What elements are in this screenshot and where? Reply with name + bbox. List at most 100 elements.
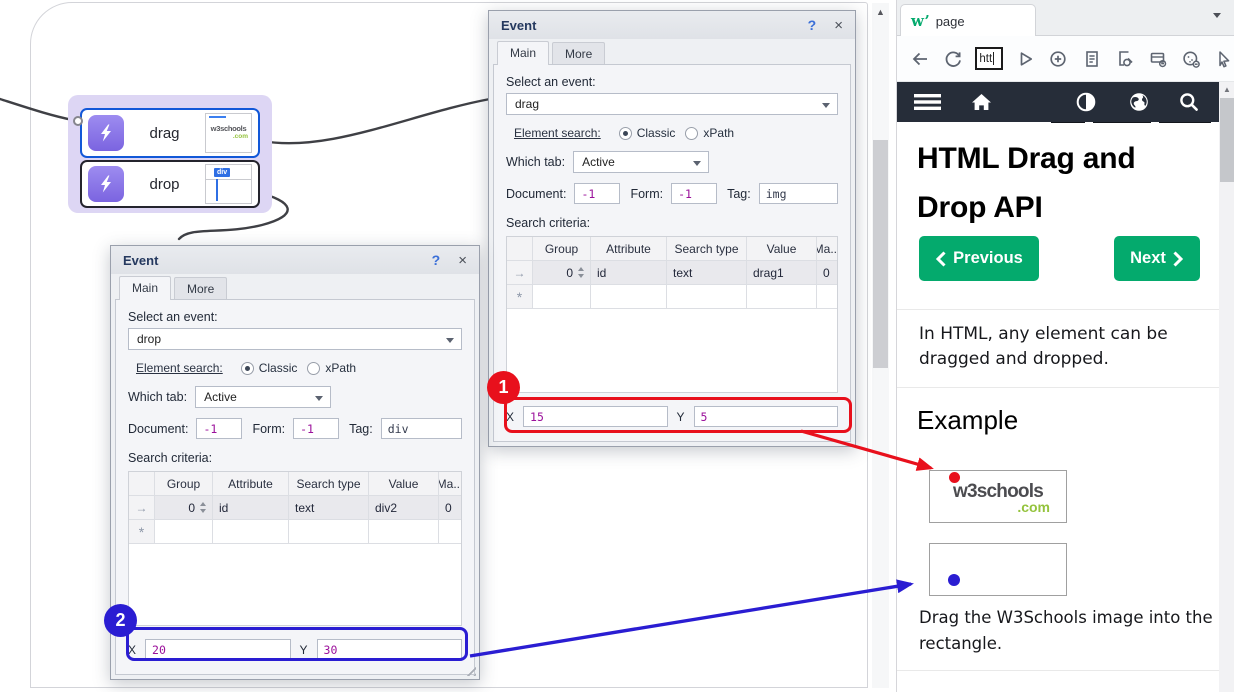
- value-cell[interactable]: div2: [369, 496, 439, 520]
- workflow-step-drop[interactable]: drop div: [80, 160, 260, 208]
- menu-icon[interactable]: [914, 82, 941, 122]
- document-field[interactable]: -1: [574, 183, 620, 204]
- browser-toolbar: htt: [897, 36, 1234, 82]
- divider: [897, 670, 1219, 671]
- table-header-row: Group Attribute Search type Value Ma...: [129, 472, 461, 496]
- close-icon[interactable]: ×: [834, 17, 843, 34]
- element-picker-icon[interactable]: [1214, 48, 1234, 70]
- criteria-table: Group Attribute Search type Value Ma... …: [506, 236, 838, 393]
- document-label: Document:: [128, 422, 188, 436]
- url-input[interactable]: htt: [975, 47, 1002, 70]
- which-tab-dropdown[interactable]: Active: [573, 151, 709, 173]
- scroll-up-icon[interactable]: ▲: [872, 7, 889, 17]
- form-field[interactable]: -1: [671, 183, 717, 204]
- match-cell[interactable]: 0: [817, 261, 837, 285]
- next-label: Next: [1130, 249, 1166, 268]
- table-new-row[interactable]: *: [129, 520, 461, 544]
- x-field[interactable]: 15: [523, 406, 667, 427]
- radio-xpath[interactable]: [685, 127, 698, 140]
- dialog-page: Select an event: drag Element search: Cl…: [493, 64, 851, 442]
- workflow-step-drag[interactable]: drag w3schools .com: [80, 108, 260, 158]
- spinner-icon[interactable]: [578, 267, 584, 278]
- attribute-cell[interactable]: id: [591, 261, 667, 285]
- element-search-link[interactable]: Element search:: [514, 126, 601, 140]
- canvas-scrollbar-thumb[interactable]: [873, 140, 888, 368]
- language-globe-icon[interactable]: [1128, 82, 1150, 122]
- which-tab-label: Which tab:: [128, 390, 187, 404]
- thumb-divider: [206, 179, 251, 180]
- attribute-cell[interactable]: id: [213, 496, 289, 520]
- browser-tab-page[interactable]: w’ page: [900, 4, 1036, 37]
- browser-scrollbar-thumb[interactable]: [1220, 98, 1234, 182]
- dark-mode-icon[interactable]: [1075, 82, 1097, 122]
- tab-main[interactable]: Main: [119, 276, 171, 300]
- document-field[interactable]: -1: [196, 418, 242, 439]
- next-button[interactable]: Next: [1114, 236, 1200, 281]
- drop-target-rectangle[interactable]: [929, 543, 1067, 596]
- chevron-down-icon[interactable]: [1213, 13, 1221, 18]
- help-icon[interactable]: ?: [808, 17, 817, 33]
- y-field[interactable]: 30: [317, 639, 462, 660]
- search-icon[interactable]: [1178, 82, 1200, 122]
- step-label: drop: [124, 176, 205, 193]
- browser-scrollbar[interactable]: ▲: [1219, 82, 1234, 692]
- value-cell[interactable]: drag1: [747, 261, 817, 285]
- zoom-plus-icon[interactable]: [1048, 48, 1069, 70]
- spinner-icon[interactable]: [200, 502, 206, 513]
- table-row[interactable]: → 0 id text drag1 0: [507, 261, 837, 285]
- element-search-link[interactable]: Element search:: [136, 361, 223, 375]
- which-tab-dropdown[interactable]: Active: [195, 386, 331, 408]
- tag-field[interactable]: img: [759, 183, 838, 204]
- current-row-icon: →: [507, 261, 533, 285]
- table-row[interactable]: → 0 id text div2 0: [129, 496, 461, 520]
- blue-marker-dot: [948, 574, 960, 586]
- tab-main[interactable]: Main: [497, 41, 549, 65]
- chevron-down-icon: [822, 103, 830, 108]
- match-cell[interactable]: 0: [439, 496, 461, 520]
- group-cell[interactable]: 0: [155, 496, 213, 520]
- help-icon[interactable]: ?: [432, 252, 441, 268]
- radio-classic[interactable]: [241, 362, 254, 375]
- workflow-node-group[interactable]: drag w3schools .com drop div: [68, 95, 272, 213]
- page-tools-icon[interactable]: [1114, 48, 1135, 70]
- group-cell[interactable]: 0: [533, 261, 591, 285]
- x-label: X: [128, 643, 136, 657]
- scroll-up-icon[interactable]: ▲: [1219, 85, 1234, 94]
- criteria-table: Group Attribute Search type Value Ma... …: [128, 471, 462, 626]
- x-label: X: [506, 410, 514, 424]
- node-input-port[interactable]: [73, 116, 83, 126]
- radio-classic[interactable]: [619, 127, 632, 140]
- home-icon[interactable]: [970, 82, 993, 122]
- which-tab-value: Active: [582, 155, 615, 169]
- back-icon[interactable]: [909, 48, 930, 70]
- dialog-titlebar[interactable]: Event ? ×: [489, 11, 855, 39]
- search-type-cell[interactable]: text: [667, 261, 747, 285]
- text-caret: [993, 52, 994, 65]
- close-icon[interactable]: ×: [458, 252, 467, 269]
- which-tab-label: Which tab:: [506, 155, 565, 169]
- run-icon[interactable]: [1015, 48, 1036, 70]
- reader-document-icon[interactable]: [1081, 48, 1102, 70]
- table-new-row[interactable]: *: [507, 285, 837, 309]
- intro-paragraph: In HTML, any element can be dragged and …: [919, 322, 1197, 372]
- x-field[interactable]: 20: [145, 639, 290, 660]
- tab-more[interactable]: More: [174, 277, 227, 299]
- form-field[interactable]: -1: [293, 418, 339, 439]
- dialog-titlebar[interactable]: Event ? ×: [111, 246, 479, 274]
- reload-icon[interactable]: [942, 48, 963, 70]
- tag-field[interactable]: div: [381, 418, 462, 439]
- draggable-image-box[interactable]: w3schools .com: [929, 470, 1067, 523]
- search-type-cell[interactable]: text: [289, 496, 369, 520]
- tab-more[interactable]: More: [552, 42, 605, 64]
- browser-tab-label: page: [936, 14, 965, 29]
- document-label: Document:: [506, 187, 566, 201]
- event-dropdown[interactable]: drag: [506, 93, 838, 115]
- cookies-remove-icon[interactable]: [1181, 48, 1202, 70]
- event-dropdown[interactable]: drop: [128, 328, 462, 350]
- cache-remove-icon[interactable]: [1147, 48, 1168, 70]
- site-navbar: [897, 82, 1219, 122]
- canvas-scrollbar[interactable]: ▲: [872, 3, 889, 688]
- radio-xpath[interactable]: [307, 362, 320, 375]
- previous-button[interactable]: Previous: [919, 236, 1039, 281]
- y-field[interactable]: 5: [694, 406, 838, 427]
